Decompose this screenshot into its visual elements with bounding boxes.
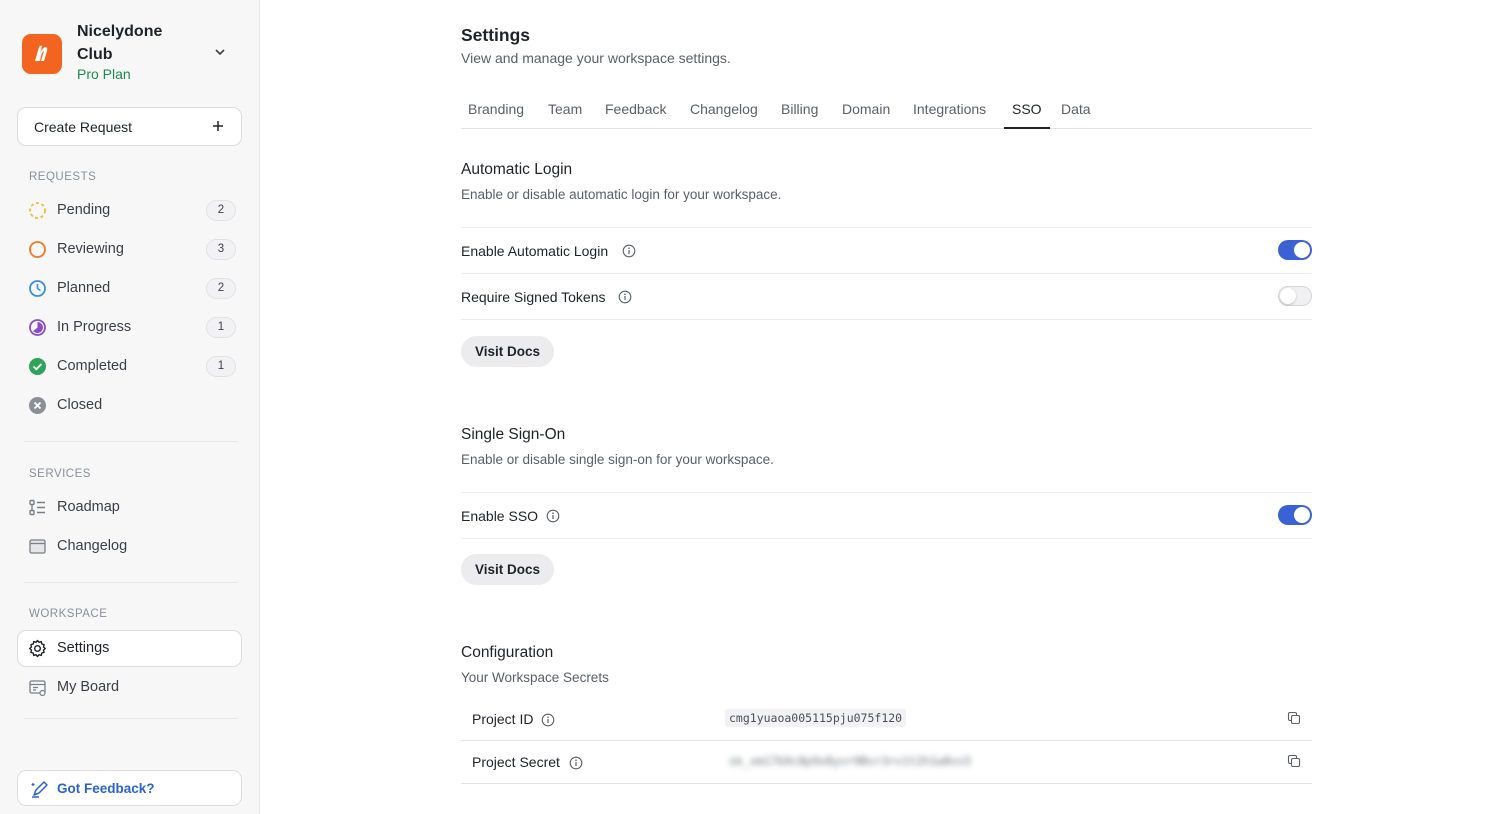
sso-title: Single Sign-On [461,426,566,443]
sidebar-item-settings[interactable]: Settings [17,630,242,667]
info-icon[interactable] [546,509,560,523]
sidebar-divider [24,441,238,442]
requests-section-title: REQUESTS [29,171,97,183]
visit-docs-button[interactable]: Visit Docs [461,554,554,585]
project-id-row: Project ID cmg1yuaoa005115pju075f120 [461,698,1312,741]
setting-label: Enable Automatic Login [461,243,609,259]
sidebar-item-pending[interactable]: Pending 2 [17,192,242,229]
sso-subtitle: Enable or disable single sign-on for you… [461,452,774,467]
sidebar-item-label: In Progress [57,319,132,335]
count-badge: 2 [206,278,236,299]
reviewing-icon [29,241,46,258]
in-progress-icon [29,319,46,336]
copy-icon[interactable] [1287,711,1301,725]
require-signed-tokens-row: Require Signed Tokens [461,273,1312,320]
board-icon [29,680,46,697]
tab-changelog[interactable]: Changelog [690,101,758,129]
info-icon[interactable] [622,244,636,258]
tab-feedback[interactable]: Feedback [605,101,666,129]
setting-label: Require Signed Tokens [461,289,606,305]
create-request-button[interactable]: Create Request [17,107,242,146]
copy-icon[interactable] [1287,754,1301,768]
page-subtitle: View and manage your workspace settings. [461,50,731,66]
tab-branding[interactable]: Branding [468,101,524,129]
page-title: Settings [461,25,531,45]
count-badge: 2 [206,200,236,221]
sidebar-item-label: Planned [57,280,111,296]
got-feedback-button[interactable]: Got Feedback? [17,770,242,806]
enable-sso-row: Enable SSO [461,492,1312,539]
sidebar-item-reviewing[interactable]: Reviewing 3 [17,231,242,268]
sidebar-item-label: Completed [57,358,128,374]
sidebar-item-completed[interactable]: Completed 1 [17,348,242,385]
workspace-plan: Pro Plan [77,66,131,82]
settings-tabs: Branding Team Feedback Changelog Billing… [461,95,1312,129]
setting-label: Enable SSO [461,508,539,524]
info-icon[interactable] [541,713,555,727]
sidebar-item-roadmap[interactable]: Roadmap [17,489,242,526]
sidebar-item-label: My Board [57,679,120,695]
tab-sso[interactable]: SSO [1004,101,1050,129]
sidebar-item-label: Closed [57,397,103,413]
tab-integrations[interactable]: Integrations [913,101,986,129]
count-badge: 1 [206,317,236,338]
tab-data[interactable]: Data [1061,101,1091,129]
enable-sso-toggle[interactable] [1278,505,1312,525]
pending-icon [29,202,46,219]
visit-docs-button[interactable]: Visit Docs [461,336,554,367]
changelog-icon [29,539,46,554]
tab-domain[interactable]: Domain [842,101,890,129]
project-id-value[interactable]: cmg1yuaoa005115pju075f120 [725,709,907,727]
automatic-login-subtitle: Enable or disable automatic login for yo… [461,187,782,202]
completed-icon [29,358,46,375]
sidebar-item-my-board[interactable]: My Board [17,669,242,706]
services-section-title: SERVICES [29,468,91,480]
tab-billing[interactable]: Billing [781,101,818,129]
workspace-switcher[interactable]: Nicelydone Club Pro Plan [22,18,240,88]
config-label: Project ID [472,711,534,727]
workspace-name: Nicelydone Club [77,23,163,63]
project-secret-value[interactable]: sk_xm17b9c8p9x8yvr9Bvr3rv1t2h1w8vs5 [725,752,975,770]
count-badge: 3 [206,239,236,260]
sidebar-item-planned[interactable]: Planned 2 [17,270,242,307]
roadmap-icon [29,499,45,516]
closed-icon [29,397,46,414]
info-icon[interactable] [569,756,583,770]
feedback-pen-icon [31,781,48,798]
sidebar-item-label: Roadmap [57,499,120,515]
sidebar-item-label: Changelog [57,538,128,554]
automatic-login-title: Automatic Login [461,161,573,178]
configuration-subtitle: Your Workspace Secrets [461,670,609,685]
project-secret-row: Project Secret sk_xm17b9c8p9x8yvr9Bvr3rv… [461,741,1312,784]
create-request-label: Create Request [34,119,133,135]
sidebar-divider [24,718,238,719]
planned-icon [29,280,46,297]
main-content: Settings View and manage your workspace … [461,0,1312,814]
sidebar: Nicelydone Club Pro Plan Create Request … [0,0,260,814]
sidebar-divider [24,582,238,583]
config-label: Project Secret [472,754,560,770]
configuration-title: Configuration [461,644,554,661]
sidebar-item-in-progress[interactable]: In Progress 1 [17,309,242,346]
plus-icon [213,121,223,131]
tab-team[interactable]: Team [548,101,582,129]
chevron-down-icon[interactable] [214,46,226,58]
sidebar-item-label: Reviewing [57,241,124,257]
gear-icon [29,639,46,658]
got-feedback-label: Got Feedback? [57,781,155,796]
enable-automatic-login-toggle[interactable] [1278,240,1312,260]
workspace-logo [22,34,62,74]
sidebar-item-closed[interactable]: Closed [17,387,242,424]
sidebar-item-label: Settings [57,640,110,656]
enable-automatic-login-row: Enable Automatic Login [461,227,1312,274]
workspace-section-title: WORKSPACE [29,608,108,620]
require-signed-tokens-toggle[interactable] [1278,286,1312,306]
count-badge: 1 [206,356,236,377]
info-icon[interactable] [618,290,632,304]
sidebar-item-changelog[interactable]: Changelog [17,528,242,565]
sidebar-item-label: Pending [57,202,111,218]
